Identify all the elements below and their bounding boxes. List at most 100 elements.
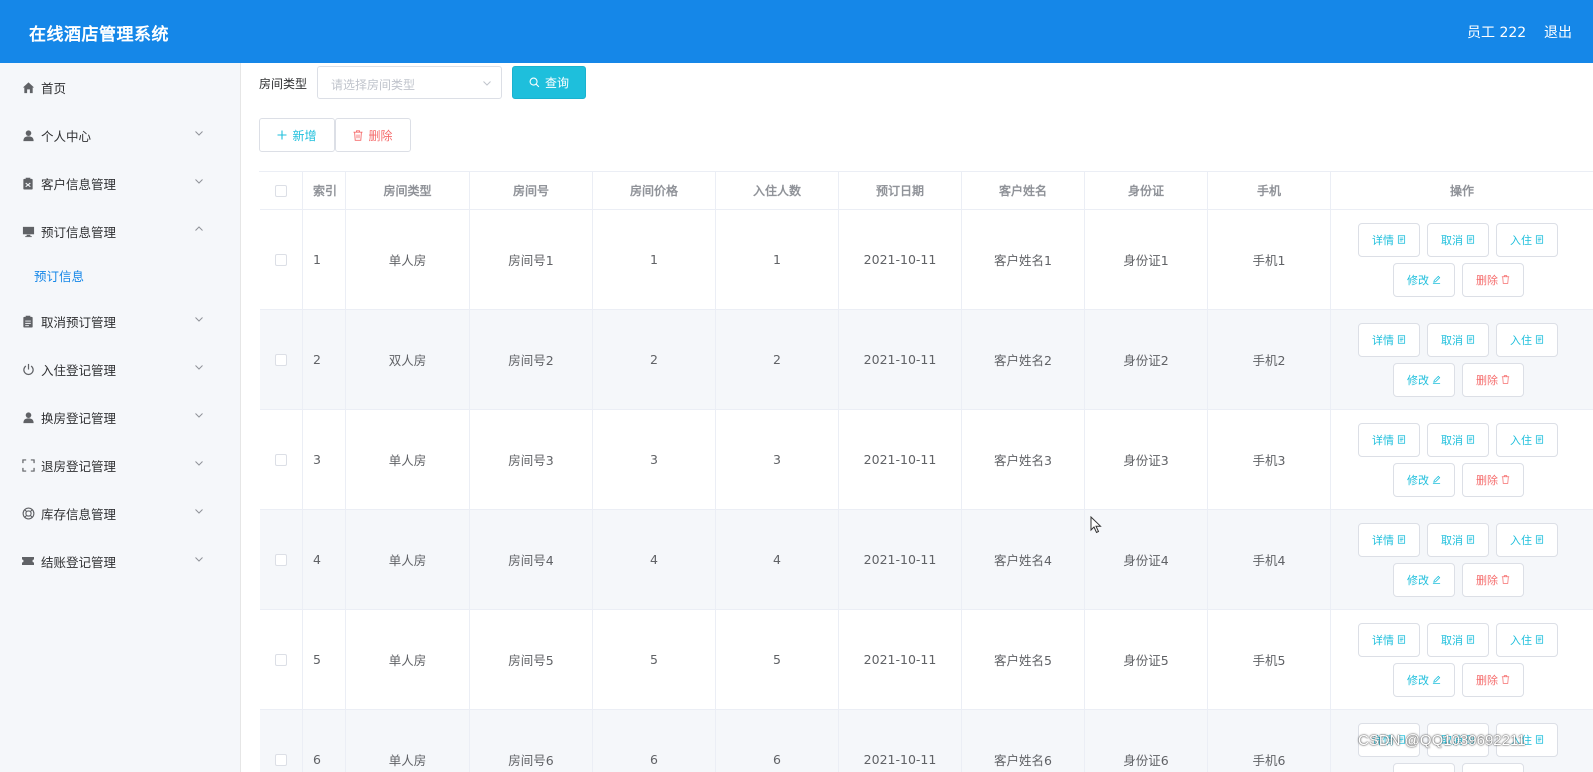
cancel-booking-button[interactable]: 取消 <box>1427 623 1489 657</box>
cell-customer-name: 客户姓名4 <box>962 510 1085 609</box>
cell-room-type: 双人房 <box>346 310 470 409</box>
row-checkbox[interactable] <box>275 753 287 766</box>
sidebar-item-label: 预订信息管理 <box>41 224 117 240</box>
detail-button[interactable]: 详情 <box>1358 323 1420 357</box>
header-room-number: 房间号 <box>470 172 593 209</box>
delete-label: 删除 <box>1476 274 1498 287</box>
document-icon <box>1466 534 1475 547</box>
edit-icon <box>1432 274 1441 287</box>
document-icon <box>1535 234 1544 247</box>
sidebar-item-checkout[interactable]: 退房登记管理 <box>0 445 241 485</box>
row-checkbox[interactable] <box>275 353 287 366</box>
cell-room-type: 单人房 <box>346 210 470 309</box>
header-customer-name: 客户姓名 <box>962 172 1085 209</box>
sidebar-item-label: 客户信息管理 <box>41 176 117 192</box>
chevron-down-icon <box>195 365 203 370</box>
cell-customer-name: 客户姓名6 <box>962 710 1085 772</box>
sidebar-item-customer-info[interactable]: 客户信息管理 <box>0 163 241 203</box>
cell-phone: 手机1 <box>1208 210 1331 309</box>
checkin-button[interactable]: 入住 <box>1496 523 1558 557</box>
sidebar-item-room-change[interactable]: 换房登记管理 <box>0 397 241 437</box>
cancel-booking-button[interactable]: 取消 <box>1427 323 1489 357</box>
row-checkbox[interactable] <box>275 453 287 466</box>
sidebar-item-booking-info[interactable]: 预订信息管理 <box>0 211 241 251</box>
add-button[interactable]: 新增 <box>259 118 335 152</box>
edit-button[interactable]: 修改 <box>1393 563 1455 597</box>
checkin-label: 入住 <box>1510 434 1532 447</box>
cell-phone: 手机2 <box>1208 310 1331 409</box>
cell-room-price: 4 <box>593 510 716 609</box>
delete-row-button[interactable]: 删除 <box>1462 263 1524 297</box>
cell-booking-date: 2021-10-11 <box>839 610 962 709</box>
cell-room-type: 单人房 <box>346 410 470 509</box>
sidebar-subitem-booking[interactable]: 预订信息 <box>0 257 241 293</box>
detail-button[interactable]: 详情 <box>1358 523 1420 557</box>
cell-guest-count: 1 <box>716 210 839 309</box>
batch-delete-button[interactable]: 删除 <box>335 118 411 152</box>
delete-row-button[interactable]: 删除 <box>1462 463 1524 497</box>
fullscreen-icon <box>21 458 35 472</box>
sidebar-item-label: 结账登记管理 <box>41 554 117 570</box>
lifebuoy-icon <box>21 506 35 520</box>
plus-icon <box>277 130 287 140</box>
document-icon <box>1397 234 1406 247</box>
row-checkbox[interactable] <box>275 653 287 666</box>
edit-label: 修改 <box>1407 674 1429 687</box>
delete-row-button[interactable]: 删除 <box>1462 363 1524 397</box>
cancel-booking-button[interactable]: 取消 <box>1427 423 1489 457</box>
logout-link[interactable]: 退出 <box>1544 22 1572 42</box>
cell-index: 2 <box>303 310 346 409</box>
delete-row-button[interactable]: 删除 <box>1462 563 1524 597</box>
detail-button[interactable]: 详情 <box>1358 223 1420 257</box>
row-checkbox[interactable] <box>275 253 287 266</box>
edit-button[interactable]: 修改 <box>1393 763 1455 772</box>
room-type-select[interactable]: 请选择房间类型 <box>317 66 502 99</box>
edit-button[interactable]: 修改 <box>1393 263 1455 297</box>
cell-id-card: 身份证1 <box>1085 210 1208 309</box>
detail-button[interactable]: 详情 <box>1358 623 1420 657</box>
sidebar-item-home[interactable]: 首页 <box>0 67 241 107</box>
detail-button[interactable]: 详情 <box>1358 423 1420 457</box>
edit-button[interactable]: 修改 <box>1393 463 1455 497</box>
sidebar-item-cancel-booking[interactable]: 取消预订管理 <box>0 301 241 341</box>
sidebar-item-inventory[interactable]: 库存信息管理 <box>0 493 241 533</box>
chevron-up-icon <box>195 226 203 231</box>
select-all-checkbox[interactable] <box>275 184 287 197</box>
cell-guest-count: 2 <box>716 310 839 409</box>
cancel-booking-button[interactable]: 取消 <box>1427 223 1489 257</box>
chevron-down-icon <box>195 461 203 466</box>
checkin-button[interactable]: 入住 <box>1496 223 1558 257</box>
checkin-button[interactable]: 入住 <box>1496 323 1558 357</box>
cancel-booking-button[interactable]: 取消 <box>1427 523 1489 557</box>
header-room-price: 房间价格 <box>593 172 716 209</box>
delete-label: 删除 <box>1476 674 1498 687</box>
cell-index: 1 <box>303 210 346 309</box>
current-user: 员工 222 <box>1467 25 1527 41</box>
cell-room-number: 房间号6 <box>470 710 593 772</box>
cell-room-type: 单人房 <box>346 510 470 609</box>
sidebar-item-billing[interactable]: 结账登记管理 <box>0 541 241 581</box>
row-checkbox[interactable] <box>275 553 287 566</box>
delete-row-button[interactable]: 删除 <box>1462 763 1524 772</box>
table-row: 3 单人房 房间号3 3 3 2021-10-11 客户姓名3 身份证3 手机3 详情 取消 入住 修改… <box>260 410 1593 510</box>
cell-room-number: 房间号5 <box>470 610 593 709</box>
delete-row-button[interactable]: 删除 <box>1462 663 1524 697</box>
sidebar-item-personal-center[interactable]: 个人中心 <box>0 115 241 155</box>
edit-icon <box>1432 674 1441 687</box>
cell-booking-date: 2021-10-11 <box>839 710 962 772</box>
row-checkbox-cell <box>260 710 303 772</box>
trash-icon <box>1501 374 1510 387</box>
edit-button[interactable]: 修改 <box>1393 363 1455 397</box>
document-icon <box>1535 634 1544 647</box>
row-checkbox-cell <box>260 310 303 409</box>
query-button[interactable]: 查询 <box>512 66 586 99</box>
edit-icon <box>1432 474 1441 487</box>
room-type-placeholder: 请选择房间类型 <box>331 78 416 92</box>
checkin-button[interactable]: 入住 <box>1496 623 1558 657</box>
cell-id-card: 身份证4 <box>1085 510 1208 609</box>
sidebar-item-checkin[interactable]: 入住登记管理 <box>0 349 241 389</box>
cell-room-number: 房间号4 <box>470 510 593 609</box>
cell-booking-date: 2021-10-11 <box>839 410 962 509</box>
checkin-button[interactable]: 入住 <box>1496 423 1558 457</box>
edit-button[interactable]: 修改 <box>1393 663 1455 697</box>
